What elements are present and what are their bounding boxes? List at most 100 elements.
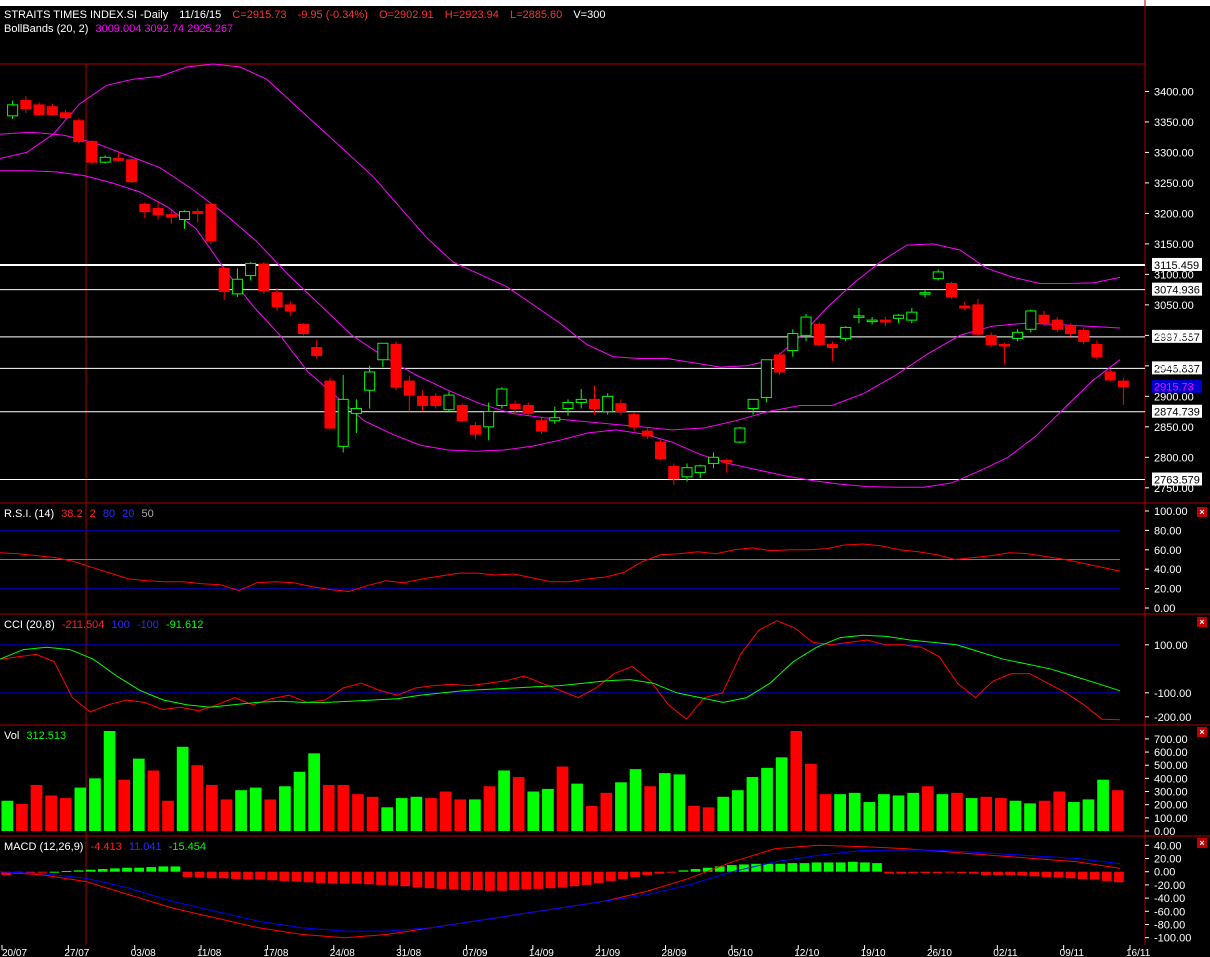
rsi-label: R.S.I. (14)	[4, 508, 55, 520]
macd-histogram-bar	[557, 871, 568, 888]
bollinger-values: 3009.004 3092.74 2925.267	[95, 23, 234, 35]
bollinger-lower-band	[0, 170, 1121, 488]
macd-histogram-bar	[618, 871, 628, 879]
window-toolbar-strip	[0, 0, 1210, 6]
macd-histogram-bar	[134, 867, 144, 872]
macd-histogram-bar	[787, 863, 798, 872]
macd-histogram-bar	[279, 871, 290, 881]
volume-bar	[717, 796, 730, 831]
candle-body	[231, 278, 243, 295]
price-tick-label: 2750.00	[1154, 483, 1194, 495]
macd-histogram-bar	[993, 871, 1003, 875]
volume-bar	[308, 753, 320, 831]
candle-body	[694, 465, 706, 474]
macd-histogram-bar	[182, 871, 193, 877]
macd-histogram-bar	[364, 871, 374, 885]
macd-histogram-bar	[920, 871, 931, 874]
macd-tick-label: 20.00	[1154, 854, 1182, 866]
volume-bar	[761, 767, 773, 831]
candle-body	[919, 292, 931, 295]
volume-bar	[468, 799, 481, 831]
cci-level-neg100: -100	[136, 619, 159, 631]
price-tick-label: 2800.00	[1154, 452, 1194, 464]
macd-histogram-bar	[218, 871, 229, 879]
candle-body	[73, 120, 85, 142]
volume-bar	[366, 796, 379, 831]
rsi-tick-label: 20.00	[1154, 584, 1182, 596]
macd-histogram-bar	[690, 869, 701, 872]
volume-bar	[454, 799, 467, 831]
rsi-close-icon[interactable]: ×	[1197, 507, 1207, 517]
candle-body	[139, 203, 151, 213]
candle-body	[866, 319, 878, 323]
volume-bar	[907, 792, 919, 831]
candle-body	[536, 420, 548, 432]
macd-histogram-bar	[896, 871, 907, 874]
macd-histogram-bar	[37, 871, 48, 873]
candle-body	[1078, 329, 1090, 342]
volume-bar	[337, 784, 350, 831]
macd-header: MACD (12,26,9) -4.413 11.041 -15.454	[4, 841, 210, 853]
vol-close-icon[interactable]: ×	[1197, 727, 1207, 737]
high-label: H=2923.94	[444, 9, 499, 21]
macd-tick-label: 0.00	[1154, 867, 1175, 879]
x-axis-label: 11/08	[197, 948, 222, 957]
chart-header: STRAITS TIMES INDEX.SI -Daily 11/16/15 C…	[4, 9, 613, 21]
macd-close-icon[interactable]: ×	[1197, 838, 1207, 848]
candle-body	[707, 456, 719, 464]
macd-histogram-bar	[303, 871, 314, 883]
cci-close-icon[interactable]: ×	[1197, 617, 1207, 627]
candle-body	[721, 459, 733, 463]
candle-body	[46, 106, 58, 116]
candle-body	[430, 395, 442, 406]
macd-histogram-bar	[1041, 871, 1052, 877]
volume-bar	[542, 788, 554, 831]
macd-histogram-bar	[339, 871, 350, 884]
low-label: L=2885.60	[509, 9, 563, 21]
volume-bar	[1009, 800, 1022, 831]
volume-bar	[162, 800, 174, 831]
candle-body	[879, 319, 891, 323]
volume-bar	[439, 791, 452, 831]
macd-histogram-bar	[485, 871, 495, 891]
macd-tick-label: 40.00	[1154, 840, 1182, 852]
candle-body	[443, 394, 455, 411]
candle-body	[469, 425, 481, 435]
macd-histogram-bar	[1005, 871, 1015, 875]
candle-body	[1117, 380, 1129, 388]
macd-histogram-bar	[1102, 871, 1112, 881]
volume-bar	[673, 774, 686, 831]
x-axis-label: 16/11	[1126, 948, 1151, 957]
macd-label: MACD (12,26,9)	[4, 841, 84, 853]
candle-body	[417, 395, 429, 406]
macd-histogram-bar	[412, 871, 423, 888]
x-axis-label: 21/09	[595, 948, 620, 957]
candle-body	[1064, 325, 1077, 335]
cci-tick-label: -200.00	[1154, 712, 1191, 724]
macd-histogram-bar	[436, 871, 447, 889]
candle-body	[641, 430, 653, 437]
macd-histogram-bar	[569, 871, 580, 887]
candle-body	[377, 342, 389, 361]
macd-histogram-bar	[376, 871, 386, 885]
symbol-label: STRAITS TIMES INDEX.SI -Daily	[4, 9, 169, 21]
macd-histogram-bar	[835, 862, 846, 872]
candle-body	[985, 334, 997, 346]
macd-histogram-bar	[1017, 871, 1028, 876]
macd-histogram-bar	[1065, 871, 1076, 879]
x-axis-label: 09/11	[1060, 948, 1085, 957]
volume-bar	[191, 765, 204, 831]
macd-histogram-bar	[872, 863, 882, 872]
macd-histogram-bar	[424, 871, 435, 889]
macd-tick-label: -40.00	[1154, 893, 1185, 905]
candle-body	[602, 395, 614, 413]
vol-label: Vol	[4, 730, 20, 742]
candle-body	[483, 411, 495, 428]
macd-histogram-bar	[267, 871, 278, 881]
candle-body	[522, 404, 534, 414]
macd-histogram-bar	[497, 871, 507, 891]
candle-body	[218, 267, 230, 292]
stock-chart[interactable]: 3115.4593074.9362997.5572945.8372874.739…	[0, 0, 1210, 957]
macd-histogram-bar	[146, 867, 157, 872]
macd-tick-label: -60.00	[1154, 906, 1185, 918]
